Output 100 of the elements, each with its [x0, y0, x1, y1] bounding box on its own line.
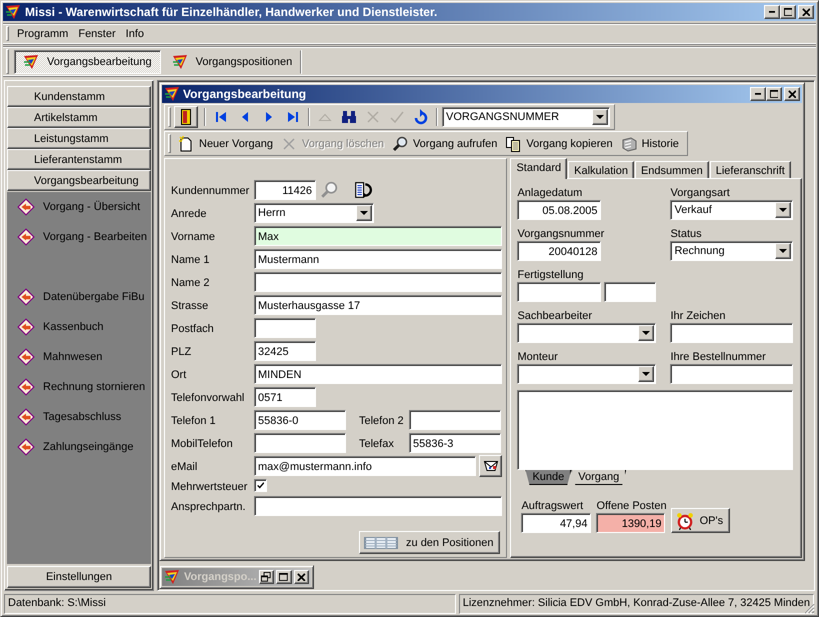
input-field[interactable]: 55836-3 [409, 432, 501, 452]
module-button[interactable]: Lieferantenstamm [7, 149, 151, 170]
toolbar-button[interactable]: Vorgangsbearbeitung [14, 50, 161, 74]
search-icon [392, 136, 408, 152]
task-link[interactable]: Vorgang - Bearbeiten [43, 231, 147, 243]
field-label: Vorgangsart [670, 186, 731, 200]
input-field[interactable]: 1390,19 [596, 513, 666, 533]
input-field[interactable] [254, 432, 346, 452]
maximize-button[interactable] [276, 570, 292, 584]
field-label: Fertigstellung [517, 268, 585, 282]
tab[interactable]: Kunde [525, 470, 572, 485]
dropdown[interactable]: Rechnung [670, 241, 794, 261]
field-label: Vorgangsnummer [517, 227, 606, 241]
op-button[interactable]: OP's [670, 508, 730, 533]
close-button[interactable] [294, 570, 309, 584]
module-button[interactable]: Vorgangsbearbeitung [7, 170, 151, 191]
tab[interactable]: Lieferanschrift [710, 161, 791, 178]
menu-item[interactable]: Fenster [73, 28, 121, 40]
close-icon [296, 572, 306, 582]
diamond-arrow-icon[interactable] [17, 408, 35, 426]
task-link[interactable]: Kassenbuch [43, 321, 104, 333]
toolbar-button[interactable]: Historie [616, 132, 683, 154]
input-field[interactable] [254, 272, 502, 292]
notebook-icon [620, 136, 637, 152]
module-button[interactable]: Kundenstamm [7, 86, 151, 107]
input-field[interactable]: 05.08.2005 [517, 200, 602, 220]
input-field[interactable] [254, 318, 316, 338]
diamond-arrow-icon[interactable] [17, 348, 35, 366]
input-field[interactable]: MINDEN [254, 364, 502, 384]
input-field[interactable] [517, 282, 602, 302]
caret-icon [360, 210, 368, 214]
task-link[interactable]: Zahlungseingänge [43, 441, 134, 453]
refresh-icon[interactable] [413, 109, 429, 125]
search-icon[interactable] [320, 180, 338, 198]
input-field[interactable]: 0571 [254, 386, 316, 406]
tab[interactable]: Standard [510, 158, 568, 179]
dropdown[interactable]: Verkauf [670, 200, 794, 220]
tab[interactable]: Endsummen [634, 161, 709, 178]
minimize-button[interactable] [764, 5, 780, 19]
first-icon[interactable] [213, 109, 229, 125]
input-field[interactable] [670, 364, 794, 384]
diamond-arrow-icon[interactable] [17, 198, 35, 216]
menu-item[interactable]: Programm [12, 28, 74, 40]
input-field[interactable]: Mustermann [254, 248, 502, 268]
field-label: Sachbearbeiter [517, 309, 594, 323]
dropdown[interactable] [517, 323, 656, 343]
checkbox[interactable] [254, 479, 267, 492]
input-field[interactable]: Musterhausgasse 17 [254, 294, 502, 314]
input-field[interactable] [254, 496, 502, 516]
task-link[interactable]: Datenübergabe FiBu [43, 291, 145, 303]
diamond-arrow-icon[interactable] [17, 318, 35, 336]
dropdown[interactable]: VORGANGSNUMMER [442, 107, 610, 127]
close-button[interactable] [784, 87, 800, 101]
diamond-arrow-icon[interactable] [17, 438, 35, 456]
notes-field[interactable] [517, 390, 794, 470]
field-label: Telefon 2 [359, 414, 405, 427]
maximize-button[interactable] [780, 5, 796, 19]
task-link[interactable]: Vorgang - Übersicht [43, 201, 140, 213]
binoculars-icon[interactable] [341, 109, 357, 125]
door-icon[interactable] [178, 109, 194, 125]
restore-button[interactable] [258, 570, 274, 584]
tab[interactable]: Vorgang [571, 470, 626, 485]
input-field[interactable] [604, 282, 656, 302]
input-field[interactable]: 20040128 [517, 241, 602, 261]
dropdown[interactable] [517, 364, 656, 384]
diamond-arrow-icon[interactable] [17, 288, 35, 306]
close-icon [788, 90, 796, 98]
last-icon[interactable] [285, 109, 301, 125]
email-button[interactable] [479, 454, 502, 476]
settings-button[interactable]: Einstellungen [7, 566, 151, 588]
close-button[interactable] [798, 5, 814, 19]
input-field[interactable]: 11426 [254, 180, 316, 200]
input-field[interactable] [409, 410, 501, 430]
tab[interactable]: Kalkulation [568, 161, 634, 178]
task-link[interactable]: Rechnung stornieren [43, 381, 146, 393]
positions-button[interactable]: zu den Positionen [359, 531, 500, 554]
toolbar-button[interactable]: Neuer Vorgang [174, 132, 277, 154]
task-link[interactable]: Mahnwesen [43, 351, 102, 363]
module-button[interactable]: Artikelstamm [7, 107, 151, 128]
input-field[interactable] [670, 323, 794, 343]
task-link[interactable]: Tagesabschluss [43, 411, 122, 423]
toolbar-button[interactable]: Vorgang kopieren [501, 132, 617, 154]
input-field[interactable]: 47,94 [521, 513, 592, 533]
input-field[interactable]: max@mustermann.info [254, 456, 476, 476]
dropdown[interactable]: Herrn [254, 202, 374, 222]
module-button[interactable]: Leistungstamm [7, 128, 151, 149]
toolbar-button[interactable]: Vorgang aufrufen [388, 132, 502, 154]
field-label: Ihr Zeichen [670, 309, 726, 323]
input-field[interactable]: Max [254, 226, 502, 246]
caret-icon [779, 249, 788, 253]
copy-icon [505, 136, 522, 152]
minimize-icon [754, 93, 762, 95]
maximize-button[interactable] [766, 87, 782, 101]
minimize-button[interactable] [750, 87, 766, 101]
menu-item[interactable]: Info [120, 28, 149, 40]
diamond-arrow-icon[interactable] [17, 378, 35, 396]
input-field[interactable]: 55836-0 [254, 410, 346, 430]
input-field[interactable]: 32425 [254, 340, 316, 360]
diamond-arrow-icon[interactable] [17, 228, 35, 246]
document-arrow-icon[interactable] [354, 180, 372, 198]
